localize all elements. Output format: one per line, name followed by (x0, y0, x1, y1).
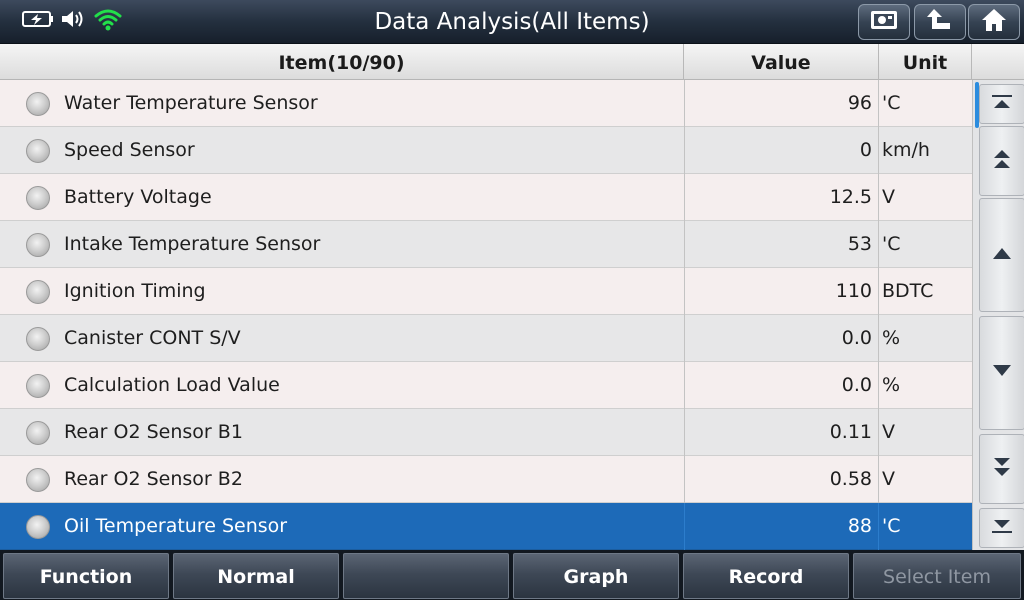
radio-icon[interactable] (26, 327, 50, 351)
scroll-down-button[interactable] (979, 316, 1024, 430)
title-bar: Data Analysis(All Items) (0, 0, 1024, 44)
data-table: Water Temperature Sensor 96 'C Speed Sen… (0, 80, 972, 550)
radio-icon[interactable] (26, 515, 50, 539)
item-name: Water Temperature Sensor (64, 92, 318, 114)
radio-icon[interactable] (26, 92, 50, 116)
radio-icon[interactable] (26, 233, 50, 257)
normal-button[interactable]: Normal (173, 553, 339, 599)
column-header-value: Value (684, 44, 879, 80)
chevron-down-icon (990, 363, 1014, 383)
column-header-unit: Unit (879, 44, 972, 80)
table-row[interactable]: Calculation Load Value 0.0 % (0, 362, 972, 409)
item-name: Rear O2 Sensor B2 (64, 468, 243, 490)
table-header: Item(10/90) Value Unit (0, 44, 1024, 80)
item-name: Speed Sensor (64, 139, 195, 161)
table-row[interactable]: Canister CONT S/V 0.0 % (0, 315, 972, 362)
page-down-button[interactable] (979, 434, 1024, 504)
item-value: 53 (684, 221, 879, 268)
item-unit: BDTC (882, 280, 934, 302)
back-button[interactable] (914, 4, 966, 40)
scroll-bottom-icon (990, 518, 1014, 538)
radio-icon[interactable] (26, 280, 50, 304)
table-row-selected[interactable]: Oil Temperature Sensor 88 'C (0, 503, 972, 550)
item-unit: km/h (882, 139, 930, 161)
item-name: Oil Temperature Sensor (64, 515, 288, 537)
item-unit: V (882, 186, 895, 208)
graph-button[interactable]: Graph (513, 553, 679, 599)
function-button[interactable]: Function (3, 553, 169, 599)
table-row[interactable]: Rear O2 Sensor B2 0.58 V (0, 456, 972, 503)
item-name: Intake Temperature Sensor (64, 233, 321, 255)
item-name: Rear O2 Sensor B1 (64, 421, 243, 443)
item-unit: % (882, 374, 901, 396)
item-unit: 'C (882, 515, 901, 537)
scrollbar[interactable] (972, 80, 1024, 550)
table-row[interactable]: Ignition Timing 110 BDTC (0, 268, 972, 315)
record-button[interactable]: Record (683, 553, 849, 599)
item-value: 0 (684, 127, 879, 174)
double-chevron-down-icon (990, 455, 1014, 483)
table-row[interactable]: Rear O2 Sensor B1 0.11 V (0, 409, 972, 456)
home-icon (980, 7, 1008, 37)
item-name: Calculation Load Value (64, 374, 280, 396)
back-icon (926, 7, 954, 37)
item-value: 96 (684, 80, 879, 127)
table-row[interactable]: Battery Voltage 12.5 V (0, 174, 972, 221)
scroll-top-icon (990, 94, 1014, 114)
item-value: 0.11 (684, 409, 879, 456)
radio-icon[interactable] (26, 421, 50, 445)
item-value: 88 (684, 503, 879, 550)
function-bar: Function Normal Graph Record Select Item (0, 550, 1024, 600)
item-unit: V (882, 468, 895, 490)
radio-icon[interactable] (26, 374, 50, 398)
home-button[interactable] (968, 4, 1020, 40)
screenshot-icon (869, 8, 899, 36)
item-value: 0.0 (684, 362, 879, 409)
chevron-up-icon (990, 245, 1014, 265)
scroll-up-button[interactable] (979, 198, 1024, 312)
empty-button[interactable] (343, 553, 509, 599)
item-unit: 'C (882, 92, 901, 114)
radio-icon[interactable] (26, 186, 50, 210)
radio-icon[interactable] (26, 139, 50, 163)
column-header-item: Item(10/90) (0, 44, 684, 80)
screenshot-button[interactable] (858, 4, 910, 40)
table-row[interactable]: Intake Temperature Sensor 53 'C (0, 221, 972, 268)
item-unit: 'C (882, 233, 901, 255)
double-chevron-up-icon (990, 147, 1014, 175)
item-value: 12.5 (684, 174, 879, 221)
item-name: Ignition Timing (64, 280, 206, 302)
item-unit: % (882, 327, 901, 349)
table-row[interactable]: Speed Sensor 0 km/h (0, 127, 972, 174)
item-value: 0.0 (684, 315, 879, 362)
scroll-to-top-button[interactable] (979, 84, 1024, 124)
column-header-spacer (972, 44, 1024, 80)
page-up-button[interactable] (979, 126, 1024, 196)
item-unit: V (882, 421, 895, 443)
item-name: Battery Voltage (64, 186, 212, 208)
item-value: 0.58 (684, 456, 879, 503)
item-value: 110 (684, 268, 879, 315)
table-row[interactable]: Water Temperature Sensor 96 'C (0, 80, 972, 127)
radio-icon[interactable] (26, 468, 50, 492)
select-item-button[interactable]: Select Item (853, 553, 1021, 599)
item-name: Canister CONT S/V (64, 327, 241, 349)
scroll-to-bottom-button[interactable] (979, 508, 1024, 548)
